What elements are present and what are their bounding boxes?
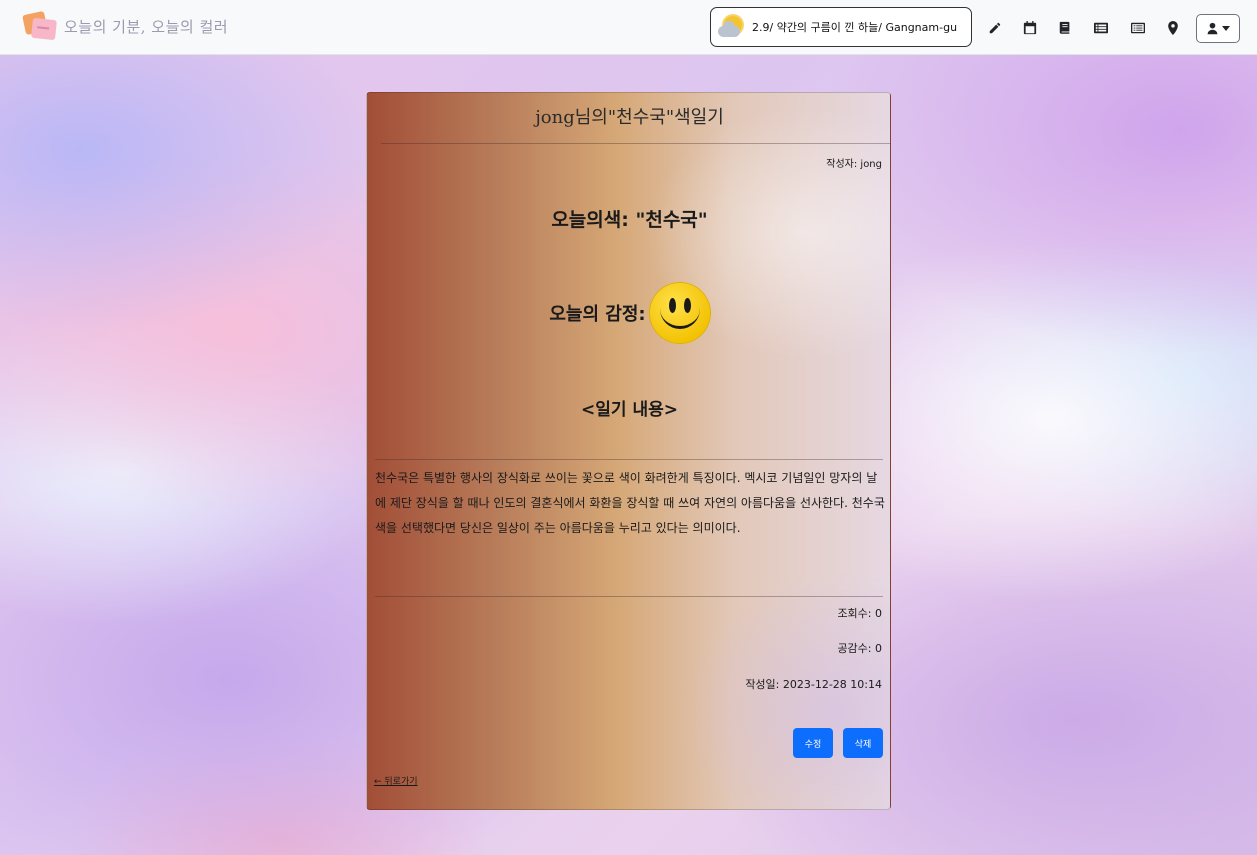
view-count: 조회수: 0 [837, 607, 882, 620]
navbar: 오늘의 기분, 오늘의 컬러 2.9/ 약간의 구름이 낀 하늘/ Gangna… [0, 0, 1257, 55]
brand-logo-icon [22, 10, 58, 41]
smiley-face-icon [649, 283, 710, 343]
weather-text: 2.9/ 약간의 구름이 낀 하늘/ Gangnam-gu [752, 21, 958, 34]
caret-down-icon [1222, 26, 1230, 31]
author-text: 작성자: jong [826, 159, 882, 170]
edit-button[interactable]: 수정 [793, 728, 833, 758]
brand-link[interactable]: 오늘의 기분, 오늘의 컬러 [22, 10, 228, 42]
content-section-title: <일기 내용> [581, 400, 678, 420]
book-icon[interactable] [1054, 17, 1076, 39]
partly-cloudy-icon [718, 13, 748, 41]
calendar-icon[interactable] [1019, 17, 1041, 39]
content-bottom-divider [375, 596, 883, 597]
list-icon[interactable] [1090, 17, 1112, 39]
like-count: 공감수: 0 [837, 642, 882, 655]
list-alt-icon[interactable] [1127, 17, 1149, 39]
edit-icon[interactable] [984, 17, 1006, 39]
back-link[interactable]: ← 뒤로가기 [374, 774, 418, 787]
user-icon [1207, 22, 1218, 35]
diary-content: 천수국은 특별한 행사의 장식화로 쓰이는 꽃으로 색이 화려한게 특징이다. … [375, 471, 885, 535]
title-divider [381, 143, 890, 144]
content-top-divider [375, 459, 883, 460]
brand-title: 오늘의 기분, 오늘의 컬러 [64, 17, 229, 36]
map-marker-icon[interactable] [1162, 17, 1184, 39]
today-color: 오늘의색: "천수국" [551, 209, 708, 231]
created-date: 작성일: 2023-12-28 10:14 [745, 678, 882, 691]
emotion-row: 오늘의 감정: [367, 283, 890, 343]
user-menu-button[interactable] [1196, 14, 1240, 43]
emotion-label: 오늘의 감정: [549, 304, 646, 325]
delete-button[interactable]: 삭제 [843, 728, 883, 758]
diary-card: jong님의"천수국"색일기 작성자: jong 오늘의색: "천수국" 오늘의… [366, 92, 891, 810]
diary-title: jong님의"천수국"색일기 [535, 106, 724, 128]
weather-widget: 2.9/ 약간의 구름이 낀 하늘/ Gangnam-gu [710, 7, 972, 47]
